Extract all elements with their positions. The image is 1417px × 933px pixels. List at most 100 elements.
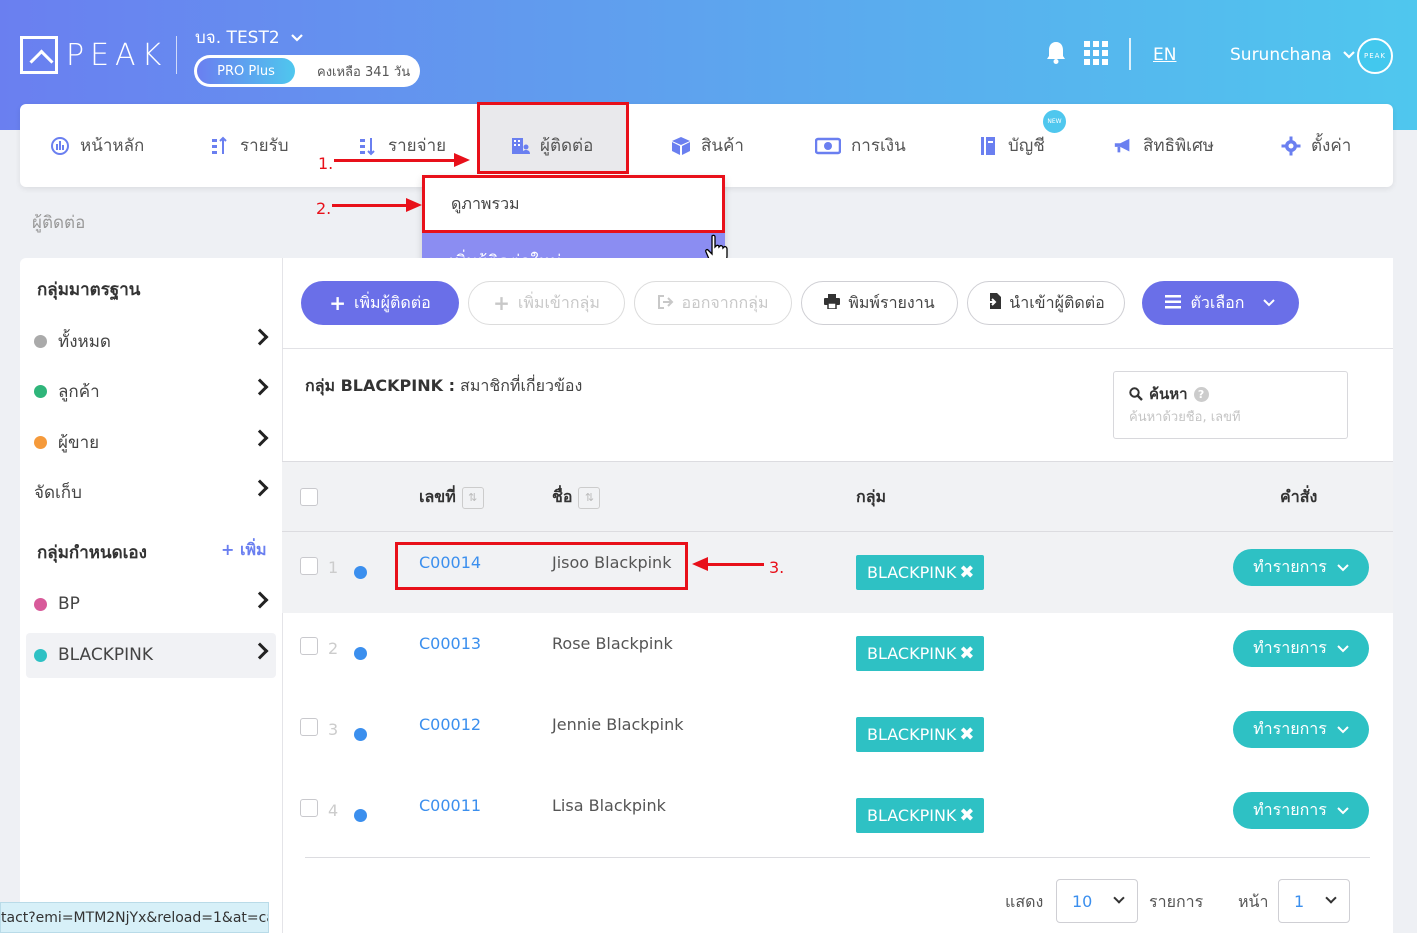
nav-label: ผู้ติดต่อ (540, 136, 594, 156)
avatar[interactable]: PEAK (1357, 38, 1393, 74)
user-menu[interactable]: Surunchana (1230, 45, 1356, 65)
nav-label: สินค้า (701, 136, 744, 156)
dropdown-item-label: ดูภาพรวม (451, 193, 520, 213)
status-dot (354, 728, 367, 741)
row-action-button[interactable]: ทำรายการ (1233, 792, 1369, 829)
nav-label: ตั้งค่า (1311, 136, 1352, 156)
row-checkbox[interactable] (300, 637, 318, 655)
contact-code-link[interactable]: C00013 (419, 634, 481, 653)
language-switch[interactable]: EN (1153, 45, 1176, 65)
divider (305, 857, 1370, 858)
divider (282, 348, 1393, 349)
expense-icon (358, 136, 378, 156)
nav-item-privileges[interactable]: สิทธิพิเศษ (1113, 104, 1214, 187)
row-action-button[interactable]: ทำรายการ (1233, 630, 1369, 667)
apps-grid-icon[interactable] (1084, 41, 1108, 65)
nav-item-finance[interactable]: การเงิน (815, 104, 906, 187)
row-checkbox[interactable] (300, 557, 318, 575)
page-size-select[interactable]: 10 (1056, 879, 1138, 923)
search-input[interactable] (1129, 410, 1329, 425)
dropdown-item-overview[interactable]: ดูภาพรวม (422, 175, 725, 233)
plan-badge: PRO Plus คงเหลือ 341 วัน (194, 55, 420, 87)
remove-tag-icon[interactable]: ✖ (959, 562, 974, 583)
row-action-button[interactable]: ทำรายการ (1233, 549, 1369, 586)
print-report-button[interactable]: พิมพ์รายงาน (801, 281, 958, 325)
book-icon (978, 136, 998, 156)
bell-icon[interactable] (1045, 40, 1067, 64)
column-header-number[interactable]: เลขที่ ⇅ (419, 485, 484, 510)
sidebar-item-all[interactable]: ทั้งหมด (34, 319, 270, 363)
sort-icon[interactable]: ⇅ (461, 486, 484, 509)
annotation-arrow (334, 159, 456, 162)
header-divider (1129, 38, 1131, 70)
status-dot (354, 566, 367, 579)
nav-label: การเงิน (851, 136, 906, 156)
peak-logo[interactable]: PEAK (20, 36, 167, 74)
chevron-right-icon (251, 479, 269, 497)
row-action-button[interactable]: ทำรายการ (1233, 711, 1369, 748)
sidebar-item-label: ทั้งหมด (58, 331, 111, 352)
sidebar-heading-custom: กลุ่มกำหนดเอง (37, 543, 147, 563)
chevron-down-icon (1113, 892, 1125, 904)
contact-code-link[interactable]: C00011 (419, 796, 481, 815)
remove-tag-icon[interactable]: ✖ (959, 805, 974, 826)
group-color-dot (34, 435, 47, 449)
header-divider (176, 36, 177, 74)
column-header-name[interactable]: ชื่อ ⇅ (552, 485, 601, 510)
search-label: ค้นหา ? (1129, 382, 1209, 406)
nav-item-home[interactable]: หน้าหลัก (50, 104, 144, 187)
breadcrumb: ผู้ติดต่อ (32, 213, 86, 233)
pagination-items-label: รายการ (1149, 892, 1204, 911)
nav-item-income[interactable]: รายรับ (210, 104, 289, 187)
plus-icon: + (493, 291, 510, 315)
user-name: Surunchana (1230, 45, 1332, 65)
contact-name: Rose Blackpink (552, 634, 673, 653)
group-color-dot (34, 597, 47, 611)
annotation-step-3: 3. (769, 558, 785, 577)
help-icon[interactable]: ? (1193, 386, 1209, 402)
chevron-right-icon (251, 378, 269, 396)
remove-from-group-button[interactable]: ออกจากกลุ่ม (634, 281, 792, 325)
contacts-icon (510, 136, 530, 156)
row-index: 3 (328, 720, 339, 739)
company-selector[interactable]: บจ. TEST2 (195, 24, 304, 51)
chevron-right-icon (251, 591, 269, 609)
new-badge: NEW (1041, 108, 1068, 135)
sort-icon[interactable]: ⇅ (578, 486, 601, 509)
add-to-group-button[interactable]: + เพิ่มเข้ากลุ่ม (468, 281, 625, 325)
contact-code-link[interactable]: C00012 (419, 715, 481, 734)
page-select[interactable]: 1 (1278, 879, 1350, 923)
browser-status-bar: tact?emi=MTM2NjYx&reload=1&at=ca (0, 902, 269, 933)
select-all-checkbox[interactable] (300, 488, 318, 506)
row-checkbox[interactable] (300, 718, 318, 736)
nav-item-accounting[interactable]: บัญชี (978, 104, 1045, 187)
chevron-down-icon (1337, 725, 1349, 733)
nav-label: รายจ่าย (388, 136, 447, 156)
import-contacts-button[interactable]: นำเข้าผู้ติดต่อ (967, 281, 1125, 325)
row-checkbox[interactable] (300, 799, 318, 817)
sidebar-item-archived[interactable]: จัดเก็บ (34, 470, 270, 514)
nav-label: สิทธิพิเศษ (1143, 136, 1214, 156)
income-icon (210, 136, 230, 156)
column-header-action: คำสั่ง (1280, 487, 1318, 506)
sidebar-item-label: BLACKPINK (58, 645, 154, 665)
company-name: บจ. TEST2 (195, 28, 280, 48)
search-icon (1129, 387, 1143, 401)
remove-tag-icon[interactable]: ✖ (959, 724, 974, 745)
nav-item-settings[interactable]: ตั้งค่า (1281, 104, 1351, 187)
group-color-dot (34, 384, 47, 398)
sidebar-item-bp[interactable]: BP (34, 582, 270, 626)
plan-name: PRO Plus (197, 58, 295, 84)
sidebar-item-vendors[interactable]: ผู้ขาย (34, 420, 270, 464)
group-tag: BLACKPINK ✖ (856, 717, 984, 752)
options-button[interactable]: ตัวเลือก (1142, 281, 1299, 325)
remove-tag-icon[interactable]: ✖ (959, 643, 974, 664)
plus-icon: + (329, 291, 347, 315)
add-group-button[interactable]: + เพิ่ม (221, 538, 267, 563)
sidebar-item-customers[interactable]: ลูกค้า (34, 369, 270, 413)
add-contact-button[interactable]: + เพิ่มผู้ติดต่อ (301, 281, 459, 325)
file-import-icon (987, 293, 1002, 313)
sidebar-item-blackpink[interactable]: BLACKPINK (34, 633, 270, 677)
table-row (282, 694, 1393, 775)
group-title-rest: สมาชิกที่เกี่ยวข้อง (454, 376, 583, 395)
